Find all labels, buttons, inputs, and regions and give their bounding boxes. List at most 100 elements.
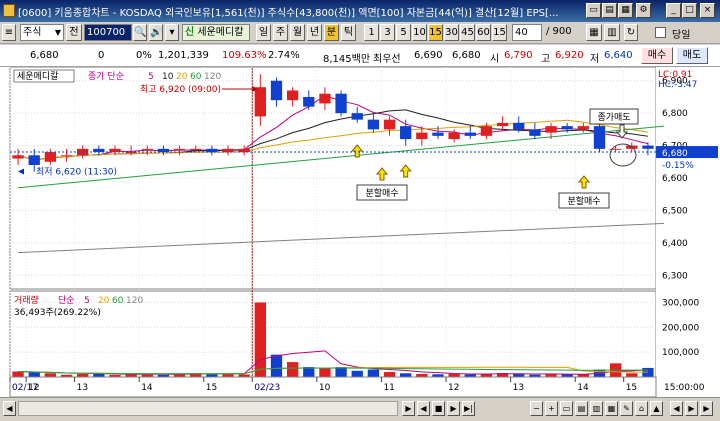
volume-bar xyxy=(367,369,380,377)
settings-icon[interactable]: ⚙ xyxy=(636,3,651,18)
market-select[interactable]: 주식 ▼ xyxy=(20,24,64,41)
volume-legend-period: 60 xyxy=(112,296,124,306)
link-icon[interactable]: ▤ xyxy=(602,3,617,18)
volume-bar xyxy=(28,372,40,377)
tool3-icon[interactable]: ▦ xyxy=(605,401,618,416)
count-input[interactable]: 40 xyxy=(512,24,542,41)
buy-button[interactable]: 매수 xyxy=(641,47,673,64)
count-total: / 900 xyxy=(546,26,572,37)
chart-type-icon[interactable]: ▥ xyxy=(604,24,620,41)
period-button-4[interactable]: 분 xyxy=(324,24,339,41)
low-label: 저 xyxy=(590,54,600,65)
price-legend-name: 세운메디칼 xyxy=(17,71,58,82)
close-button[interactable]: × xyxy=(700,3,715,18)
tool2-icon[interactable]: ▥ xyxy=(590,401,603,416)
tool4-icon[interactable]: ✎ xyxy=(620,401,633,416)
x-axis-label: 11 xyxy=(383,383,394,393)
search-icon[interactable]: 🔍 xyxy=(133,24,147,41)
stop-icon[interactable]: ■ xyxy=(432,401,445,416)
zoom-in-icon[interactable]: + xyxy=(545,401,558,416)
forward-icon[interactable]: ▶ xyxy=(447,401,460,416)
tool6-icon[interactable]: ▲ xyxy=(650,401,663,416)
scroll-right-icon[interactable]: ▶ xyxy=(402,401,415,416)
period-button-3[interactable]: 년 xyxy=(307,24,322,41)
fit-icon[interactable]: ▭ xyxy=(560,401,573,416)
current-price-tag-label: 6,680 xyxy=(662,149,688,159)
print-icon[interactable]: ▦ xyxy=(618,3,633,18)
x-axis-time-label: 15:00:00 xyxy=(664,383,705,393)
hc-label: HC:-3.47 xyxy=(658,80,697,90)
zoom-out-icon[interactable]: − xyxy=(530,401,543,416)
period-button-0[interactable]: 일 xyxy=(256,24,271,41)
end-icon[interactable]: ▶| xyxy=(462,401,475,416)
high-price: 6,920 xyxy=(555,50,584,61)
minimize-button[interactable]: _ xyxy=(666,3,681,18)
sell-button[interactable]: 매도 xyxy=(676,47,708,64)
minute-button-5[interactable]: 30 xyxy=(444,24,459,41)
period-button-2[interactable]: 월 xyxy=(290,24,305,41)
volume-bar xyxy=(626,373,638,377)
scroll-left-icon[interactable]: ◀ xyxy=(3,401,16,416)
price-legend-period: 5 xyxy=(148,72,154,82)
candle xyxy=(432,132,444,136)
x-axis-label: 14 xyxy=(141,383,153,393)
title-bar[interactable]: [0600] 키움종합차트 - KOSDAQ 외국인보유[1,561(천)] 주… xyxy=(0,0,720,22)
speaker-icon[interactable]: 🔊 xyxy=(149,24,163,41)
candle xyxy=(642,145,654,149)
refresh-icon[interactable]: ↻ xyxy=(624,24,638,41)
minute-button-0[interactable]: 1 xyxy=(364,24,379,41)
change-percent: 0% xyxy=(136,50,152,61)
maximize-button[interactable]: □ xyxy=(682,3,697,18)
stock-code-input[interactable]: 100700 xyxy=(84,24,132,41)
price-legend-period: 10 xyxy=(162,72,174,82)
scroll-start-icon[interactable]: ◀ xyxy=(670,401,683,416)
chart-scrollbar[interactable]: ◀ ▶ ◀ ■ ▶ ▶| − + ▭ ▤ ▥ ▦ ✎ ⌂ ▲ ◀ ▶ ▶ xyxy=(0,397,720,421)
open-price: 6,790 xyxy=(504,50,533,61)
volume-legend-period: 5 xyxy=(84,296,90,306)
volume-axis-label: 100,000 xyxy=(662,348,699,358)
minute-button-1[interactable]: 3 xyxy=(380,24,395,41)
minute-button-7[interactable]: 60 xyxy=(476,24,491,41)
candle xyxy=(60,155,73,157)
trade-amount: 8,145백만 xyxy=(323,54,371,65)
best-ask: 6,690 xyxy=(414,50,443,61)
scroll-track[interactable] xyxy=(18,401,398,416)
scroll-next-icon[interactable]: ▶ xyxy=(685,401,698,416)
minute-button-4[interactable]: 15 xyxy=(428,24,443,41)
volume-bar xyxy=(44,373,57,377)
low-annotation: 최저 6,620 (11:30) xyxy=(36,167,117,178)
candle xyxy=(416,132,428,140)
current-change-label: -0.15% xyxy=(662,161,694,171)
minute-button-3[interactable]: 10 xyxy=(412,24,427,41)
candle xyxy=(383,119,396,130)
period-button-1[interactable]: 주 xyxy=(273,24,288,41)
tool1-icon[interactable]: ▤ xyxy=(575,401,588,416)
lc-label: LC:0.91 xyxy=(658,70,692,80)
current-price: 6,680 xyxy=(30,50,59,61)
volume-bar xyxy=(286,362,299,377)
overlap-checkbox[interactable] xyxy=(655,27,666,38)
copy-icon[interactable]: ▭ xyxy=(586,3,601,18)
prev-button[interactable]: 전 xyxy=(66,24,82,41)
tool5-icon[interactable]: ⌂ xyxy=(635,401,648,416)
minute-button-2[interactable]: 5 xyxy=(396,24,411,41)
candle xyxy=(319,93,331,104)
candle xyxy=(335,93,347,114)
price-axis-label: 6,800 xyxy=(662,109,688,119)
play-icon[interactable]: ◀ xyxy=(417,401,430,416)
candle xyxy=(496,122,509,127)
grid-icon[interactable]: ▦ xyxy=(586,24,602,41)
stock-name-field[interactable]: 신 세운메디칼 xyxy=(182,24,250,41)
period-button-5[interactable]: 틱 xyxy=(341,24,356,41)
candle xyxy=(141,148,153,150)
dropdown-icon[interactable]: ▾ xyxy=(165,24,179,41)
stock-name-label: 세운메디칼 xyxy=(197,27,244,38)
price-chart[interactable]: 6,9006,8006,7006,6006,5006,4006,300300,0… xyxy=(0,67,720,397)
candle xyxy=(561,126,573,130)
quote-info-row: 6,680 0 0% 1,201,339 109.63% 2.74% 8,145… xyxy=(0,45,720,67)
minute-button-8[interactable]: 15 xyxy=(492,24,507,41)
menu-icon[interactable]: ≡ xyxy=(2,24,16,41)
minute-button-6[interactable]: 45 xyxy=(460,24,475,41)
scroll-end-icon[interactable]: ▶ xyxy=(700,401,713,416)
low-price: 6,640 xyxy=(604,50,633,61)
